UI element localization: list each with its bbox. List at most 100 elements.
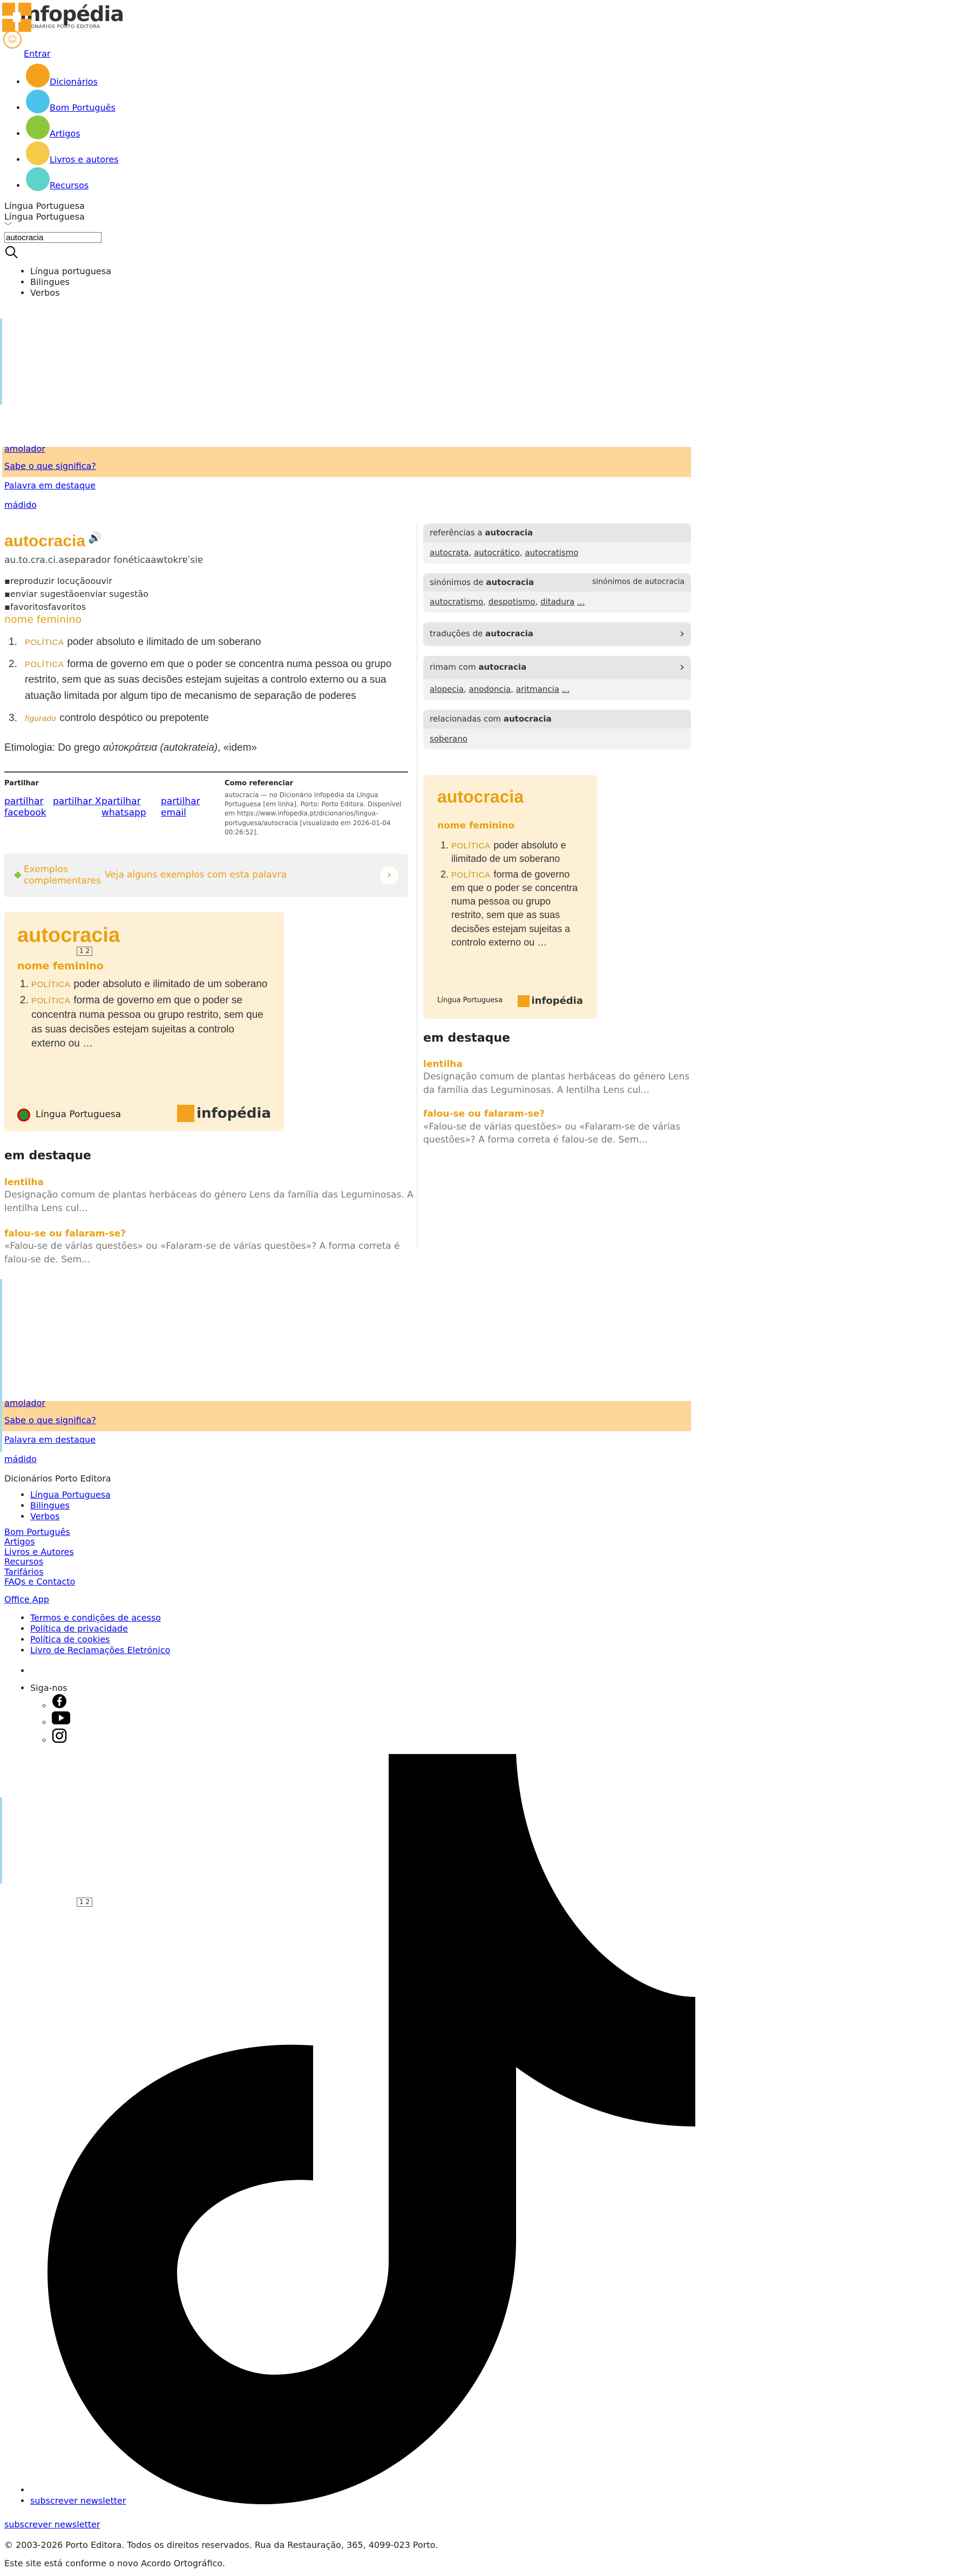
featured-item[interactable]: lentilha Designação comum de plantas her… (4, 1177, 415, 1215)
featured-word-link[interactable]: mádido (4, 500, 37, 510)
share-facebook-link[interactable]: partilhar facebook (4, 796, 53, 819)
right-card-definition: POLÍTICApoder absoluto e ilimitado de um… (451, 839, 583, 866)
entry-word: autocracia (4, 532, 86, 550)
logo[interactable]: infopédia DICIONÁRIOS PORTO EDITORA (2, 2, 124, 32)
nav-item-bom-portugues[interactable]: Bom Português (26, 90, 119, 113)
tiktok-icon[interactable] (48, 1754, 695, 2504)
share-email-link[interactable]: partilhar email (161, 796, 209, 819)
right-featured-item[interactable]: falou-se ou falaram-se? «Falou-se de vár… (423, 1109, 691, 1147)
synonym-link[interactable]: autocratismo (430, 597, 483, 607)
footer-link[interactable]: Recursos (4, 1557, 43, 1567)
footer-link[interactable]: Verbos (30, 1511, 59, 1521)
youtube-icon[interactable] (52, 1711, 170, 1728)
phonetic-separator: separador fonética (64, 554, 151, 566)
follow-label: Siga-nos (30, 1683, 67, 1694)
featured-title: em destaque (4, 1148, 91, 1163)
suggest-button[interactable]: ▪enviar sugestãoenviar sugestão (4, 588, 415, 601)
right-featured-item[interactable]: lentilha Designação comum de plantas her… (423, 1059, 691, 1097)
chevron-right-icon[interactable]: › (380, 866, 398, 885)
legal-link[interactable]: Termos e condições de acesso (30, 1613, 161, 1623)
definition-domain: POLÍTICA (25, 660, 64, 669)
examples-link[interactable]: Veja alguns exemplos com esta palavra (105, 869, 380, 881)
office-app-link[interactable]: Office App (4, 1594, 49, 1605)
newsletter-link[interactable]: subscrever newsletter (30, 2496, 126, 2506)
search-icon[interactable] (4, 245, 111, 262)
footer-link[interactable]: Artigos (4, 1537, 35, 1547)
speaker-icon[interactable]: 🔊 (88, 531, 101, 544)
chevron-right-icon[interactable]: › (680, 627, 684, 642)
footer-link[interactable]: FAQs e Contacto (4, 1576, 75, 1587)
legal-link[interactable]: Política de privacidade (30, 1623, 128, 1634)
featured-word-label[interactable]: Palavra em destaque (4, 480, 96, 491)
nav-item-artigos[interactable]: Artigos (26, 115, 119, 139)
promo-question[interactable]: Sabe o que significa? (4, 461, 96, 471)
rhymes-more-link[interactable]: ... (562, 684, 570, 694)
share-section: Partilhar partilhar facebook partilhar X… (4, 779, 415, 837)
related-link[interactable]: soberano (430, 734, 467, 744)
synonyms-image-alt: sinónimos de autocracia (592, 577, 684, 587)
right-column: referências a autocracia autocrata, auto… (423, 524, 691, 1147)
nav-item-livros[interactable]: Livros e autores (26, 141, 119, 165)
newsletter-subscribe-link[interactable]: subscrever newsletter (4, 2519, 100, 2530)
rhyme-link[interactable]: aritmancia (516, 684, 559, 694)
promo-word[interactable]: amolador (4, 1398, 45, 1408)
newsletter-empty (30, 2485, 438, 2496)
instagram-icon[interactable] (52, 1728, 170, 1746)
share-x-link[interactable]: partilhar X (53, 796, 101, 819)
synonym-link[interactable]: despotismo (489, 597, 536, 607)
nav-item-recursos[interactable]: Recursos (26, 167, 119, 191)
reference-link[interactable]: autocrata (430, 548, 469, 558)
definition-domain: figurado (25, 714, 57, 724)
login-area: ☺ Entrar (3, 30, 50, 59)
examples-bar[interactable]: ◆ Exemplos complementares Veja alguns ex… (4, 853, 408, 897)
footer-link[interactable]: Livros e Autores (4, 1547, 74, 1557)
chevron-down-icon[interactable]: ﹀ (4, 222, 111, 232)
card-pos: nome feminino (17, 960, 104, 973)
card-word: autocracia (17, 923, 120, 947)
etymology: Etimologia: Do grego αὐτοκράτεια (autokr… (4, 742, 257, 753)
dictionary-list-item[interactable]: Verbos (30, 288, 111, 298)
featured-word-link[interactable]: mádido (4, 1454, 37, 1464)
dictionary-select[interactable]: Língua Portuguesa (4, 201, 111, 212)
share-whatsapp-link[interactable]: partilhar whatsapp (101, 796, 161, 819)
right-card-definition: POLÍTICAforma de governo em que o poder … (451, 868, 583, 949)
dictionary-list-item[interactable]: Bilingues (30, 277, 111, 288)
right-card-definitions: POLÍTICApoder absoluto e ilimitado de um… (437, 839, 583, 950)
translations-box[interactable]: traduções de autocracia › (423, 622, 691, 646)
footer-link[interactable]: Bilingues (30, 1500, 70, 1511)
featured-item[interactable]: falou-se ou falaram-se? «Falou-se de vár… (4, 1228, 415, 1267)
facebook-icon[interactable] (52, 1694, 170, 1711)
legal-link[interactable]: Livro de Reclamações Eletrónico (30, 1645, 170, 1655)
card-pager[interactable]: 1 2 (77, 946, 93, 956)
login-link[interactable]: Entrar (24, 49, 50, 59)
dictionary-option[interactable]: Língua Portuguesa (4, 212, 111, 222)
envelope-icon: ▪ (4, 588, 10, 599)
promo-word[interactable]: amolador (4, 444, 45, 454)
search-input[interactable] (4, 232, 101, 243)
listen-button[interactable]: ▪reproduzir locuçãoouvir (4, 575, 415, 588)
dictionary-list-item[interactable]: Língua portuguesa (30, 266, 111, 277)
entry: autocracia 🔊 au.to.cra.ci.aseparador fon… (4, 531, 415, 1266)
synonym-link[interactable]: ditadura (540, 597, 574, 607)
nav-item-dicionarios[interactable]: Dicionários (26, 64, 119, 87)
footer-legal: Termos e condições de acesso Política de… (4, 1613, 170, 1656)
right-card-pos: nome feminino (437, 820, 515, 832)
promo-question[interactable]: Sabe o que significa? (4, 1415, 96, 1425)
favorites-button[interactable]: ▪favoritosfavoritos (4, 601, 415, 614)
synonyms-more-link[interactable]: ... (577, 597, 585, 607)
rhyme-link[interactable]: alopecia (430, 684, 464, 694)
reference-link[interactable]: autocrático (474, 548, 520, 558)
rhyme-link[interactable]: anodoncia (469, 684, 511, 694)
legal-link[interactable]: Política de cookies (30, 1634, 110, 1644)
footer-link[interactable]: Tarifários (4, 1567, 44, 1577)
right-card-brand: infopédia (517, 995, 583, 1008)
part-of-speech: nome feminino (4, 613, 82, 626)
entry-phonetic: awtokrɐˈsiɐ (151, 554, 204, 566)
logo-mark-icon (2, 3, 31, 32)
reference-link[interactable]: autocratismo (525, 548, 578, 558)
chevron-right-icon[interactable]: › (680, 660, 684, 675)
footer-link[interactable]: Bom Português (4, 1527, 70, 1537)
portugal-flag-icon (17, 1108, 30, 1122)
featured-word-label[interactable]: Palavra em destaque (4, 1435, 96, 1445)
footer-link[interactable]: Língua Portuguesa (30, 1490, 111, 1500)
